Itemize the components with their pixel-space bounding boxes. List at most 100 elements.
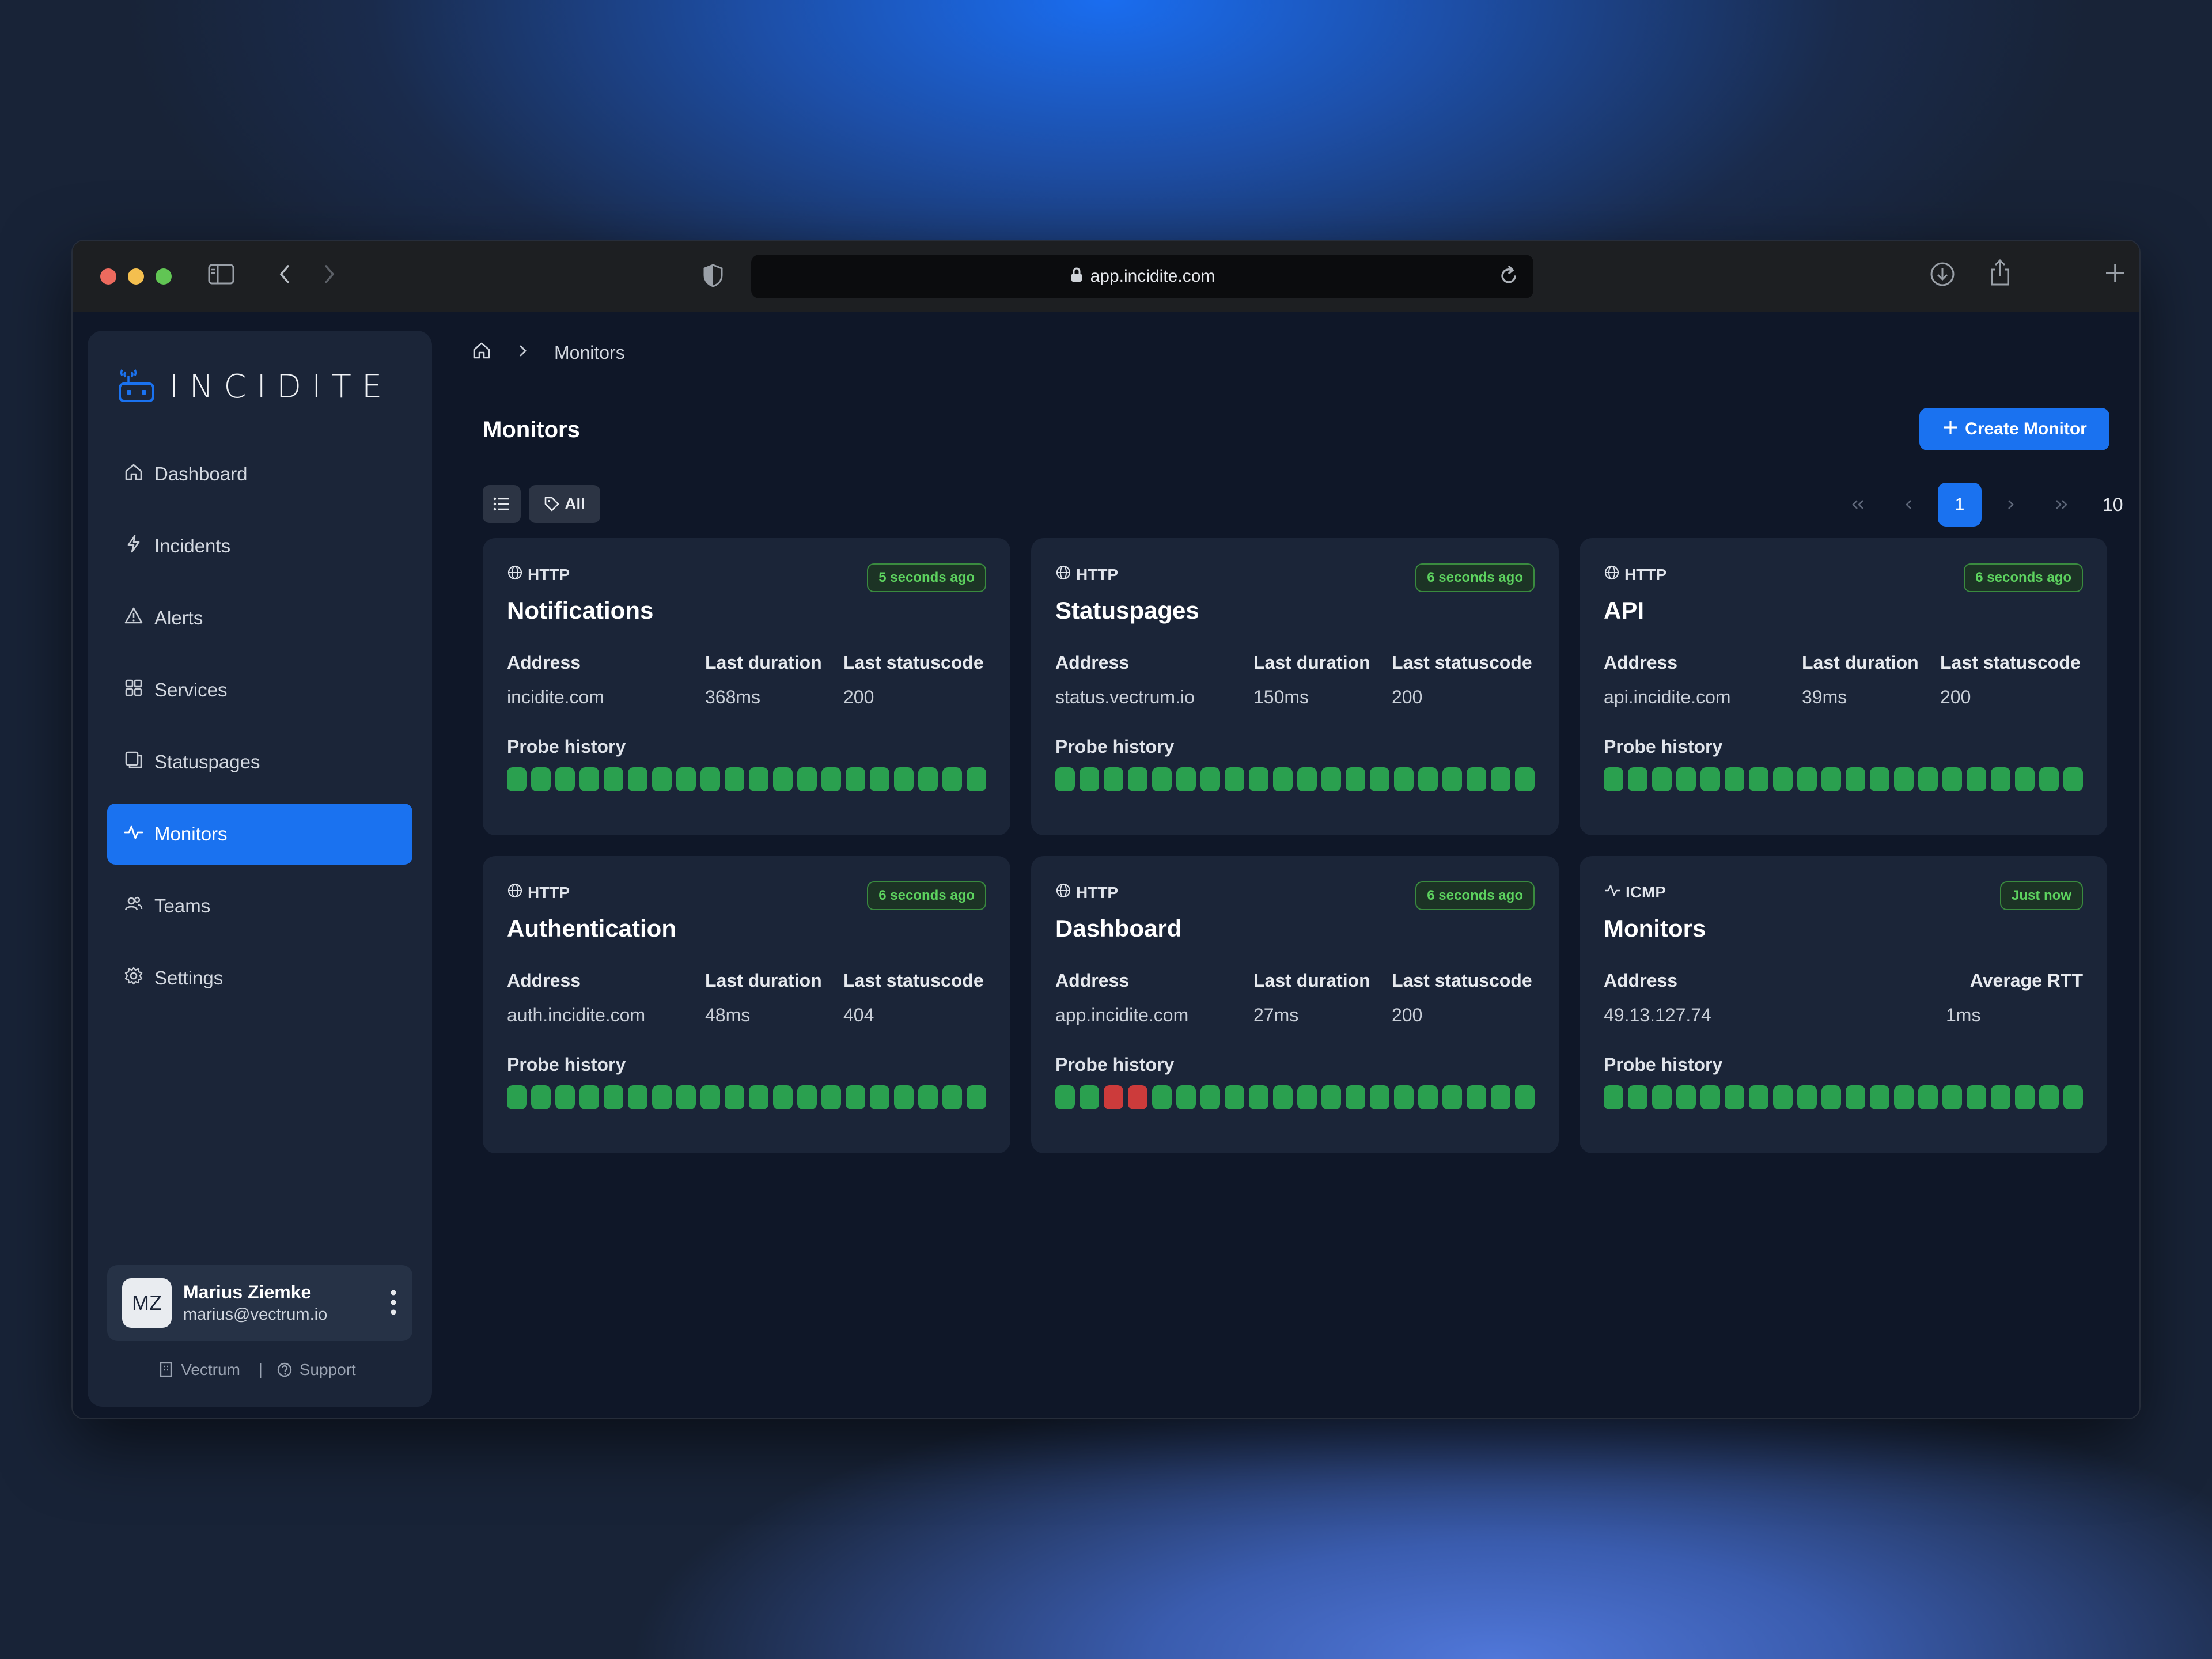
probe-ok[interactable] xyxy=(1080,767,1099,791)
probe-ok[interactable] xyxy=(1225,1085,1244,1109)
probe-ok[interactable] xyxy=(1515,767,1535,791)
page-number-current[interactable]: 1 xyxy=(1938,483,1982,527)
probe-ok[interactable] xyxy=(652,1085,672,1109)
probe-ok[interactable] xyxy=(870,1085,889,1109)
last-page-icon[interactable] xyxy=(2039,483,2083,527)
probe-ok[interactable] xyxy=(1967,767,1986,791)
probe-ok[interactable] xyxy=(1370,1085,1389,1109)
probe-ok[interactable] xyxy=(604,767,623,791)
reload-icon[interactable] xyxy=(1499,264,1520,292)
probe-ok[interactable] xyxy=(821,767,841,791)
probe-ok[interactable] xyxy=(1297,767,1317,791)
probe-ok[interactable] xyxy=(507,767,527,791)
probe-ok[interactable] xyxy=(531,1085,551,1109)
probe-ok[interactable] xyxy=(1967,1085,1986,1109)
probe-ok[interactable] xyxy=(1846,767,1865,791)
probe-ok[interactable] xyxy=(555,767,575,791)
sidebar-item-teams[interactable]: Teams xyxy=(107,876,412,937)
probe-ok[interactable] xyxy=(1418,767,1438,791)
monitor-card[interactable]: HTTP 6 seconds ago Dashboard Address app… xyxy=(1031,856,1559,1153)
probe-ok[interactable] xyxy=(1273,1085,1293,1109)
probe-ok[interactable] xyxy=(1628,1085,1647,1109)
probe-ok[interactable] xyxy=(700,767,720,791)
probe-ok[interactable] xyxy=(797,767,817,791)
probe-ok[interactable] xyxy=(942,1085,962,1109)
probe-ok[interactable] xyxy=(628,1085,647,1109)
probe-ok[interactable] xyxy=(749,1085,768,1109)
back-icon[interactable] xyxy=(275,263,294,291)
probe-ok[interactable] xyxy=(1991,767,2010,791)
probe-ok[interactable] xyxy=(870,767,889,791)
probe-ok[interactable] xyxy=(725,767,744,791)
probe-ok[interactable] xyxy=(1370,767,1389,791)
probe-ok[interactable] xyxy=(1273,767,1293,791)
probe-ok[interactable] xyxy=(1628,767,1647,791)
probe-ok[interactable] xyxy=(942,767,962,791)
probe-ok[interactable] xyxy=(846,767,865,791)
probe-fail[interactable] xyxy=(1104,1085,1123,1109)
probe-ok[interactable] xyxy=(1394,767,1414,791)
probe-ok[interactable] xyxy=(1918,767,1938,791)
next-page-icon[interactable] xyxy=(1988,483,2032,527)
probe-ok[interactable] xyxy=(2039,1085,2059,1109)
forward-icon[interactable] xyxy=(320,263,339,291)
maximize-window-button[interactable] xyxy=(156,268,172,285)
probe-ok[interactable] xyxy=(1055,767,1075,791)
probe-ok[interactable] xyxy=(1676,1085,1696,1109)
probe-ok[interactable] xyxy=(1773,767,1793,791)
probe-ok[interactable] xyxy=(1346,1085,1365,1109)
close-window-button[interactable] xyxy=(100,268,116,285)
share-icon[interactable] xyxy=(1987,258,2013,294)
probe-ok[interactable] xyxy=(2063,1085,2083,1109)
probe-ok[interactable] xyxy=(1346,767,1365,791)
probe-ok[interactable] xyxy=(1321,1085,1341,1109)
monitor-card[interactable]: HTTP 5 seconds ago Notifications Address… xyxy=(483,538,1010,835)
probe-ok[interactable] xyxy=(1604,1085,1623,1109)
probe-ok[interactable] xyxy=(1918,1085,1938,1109)
support-link[interactable]: Support xyxy=(276,1361,361,1378)
probe-ok[interactable] xyxy=(1442,767,1462,791)
probe-ok[interactable] xyxy=(918,767,938,791)
probe-ok[interactable] xyxy=(1200,1085,1220,1109)
probe-ok[interactable] xyxy=(821,1085,841,1109)
app-logo[interactable]: INCIDITE xyxy=(118,368,392,406)
probe-ok[interactable] xyxy=(1200,767,1220,791)
probe-ok[interactable] xyxy=(1321,767,1341,791)
user-menu-kebab-icon[interactable] xyxy=(389,1288,397,1321)
sidebar-item-alerts[interactable]: Alerts xyxy=(107,588,412,649)
sidebar-item-monitors[interactable]: Monitors xyxy=(107,804,412,865)
probe-ok[interactable] xyxy=(1491,1085,1510,1109)
probe-ok[interactable] xyxy=(1442,1085,1462,1109)
probe-ok[interactable] xyxy=(749,767,768,791)
probe-ok[interactable] xyxy=(1725,767,1744,791)
probe-ok[interactable] xyxy=(579,767,599,791)
probe-ok[interactable] xyxy=(1942,1085,1962,1109)
probe-ok[interactable] xyxy=(1700,767,1720,791)
probe-ok[interactable] xyxy=(846,1085,865,1109)
probe-ok[interactable] xyxy=(1749,767,1768,791)
create-monitor-button[interactable]: Create Monitor xyxy=(1919,408,2109,450)
probe-ok[interactable] xyxy=(1394,1085,1414,1109)
probe-ok[interactable] xyxy=(1991,1085,2010,1109)
prev-page-icon[interactable] xyxy=(1887,483,1931,527)
probe-ok[interactable] xyxy=(1894,767,1914,791)
probe-ok[interactable] xyxy=(1152,767,1172,791)
probe-ok[interactable] xyxy=(1249,767,1268,791)
probe-ok[interactable] xyxy=(1821,1085,1841,1109)
probe-ok[interactable] xyxy=(652,767,672,791)
probe-ok[interactable] xyxy=(507,1085,527,1109)
probe-ok[interactable] xyxy=(1700,1085,1720,1109)
probe-ok[interactable] xyxy=(1821,767,1841,791)
first-page-icon[interactable] xyxy=(1836,483,1880,527)
probe-ok[interactable] xyxy=(2063,767,2083,791)
probe-ok[interactable] xyxy=(773,1085,793,1109)
probe-ok[interactable] xyxy=(1652,767,1672,791)
probe-ok[interactable] xyxy=(1870,767,1889,791)
probe-ok[interactable] xyxy=(894,767,914,791)
probe-ok[interactable] xyxy=(2015,767,2035,791)
probe-ok[interactable] xyxy=(1418,1085,1438,1109)
probe-ok[interactable] xyxy=(1104,767,1123,791)
probe-ok[interactable] xyxy=(1797,767,1817,791)
probe-ok[interactable] xyxy=(1515,1085,1535,1109)
breadcrumb-home-icon[interactable] xyxy=(471,340,492,366)
